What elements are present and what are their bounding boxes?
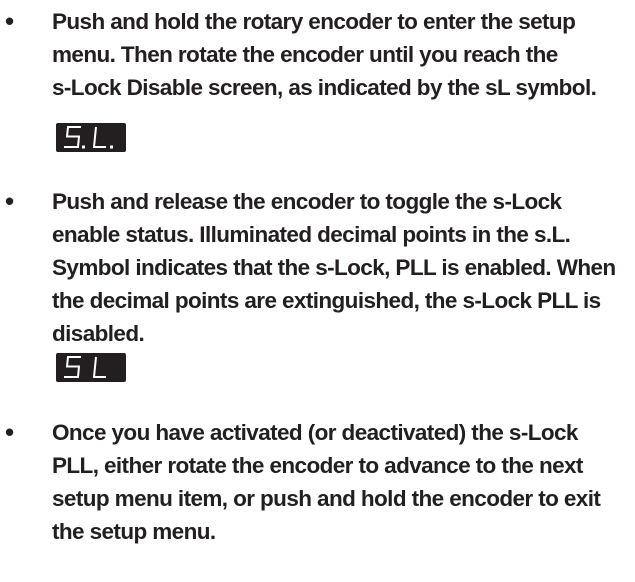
step-2-text: Push and release the encoder to toggle t…: [52, 189, 616, 346]
bullet: •: [5, 6, 15, 36]
step-3-text: Once you have activated (or deactivated)…: [52, 420, 601, 544]
bullet: •: [5, 186, 15, 216]
seven-segment-display-icon: [64, 126, 113, 149]
bullet: •: [5, 417, 15, 447]
display-sl-dots-enabled: [56, 123, 126, 152]
seven-segment-display-icon: [64, 356, 106, 378]
display-sl-dots-disabled: [56, 353, 126, 382]
step-1-text: Push and hold the rotary encoder to ente…: [52, 9, 597, 100]
